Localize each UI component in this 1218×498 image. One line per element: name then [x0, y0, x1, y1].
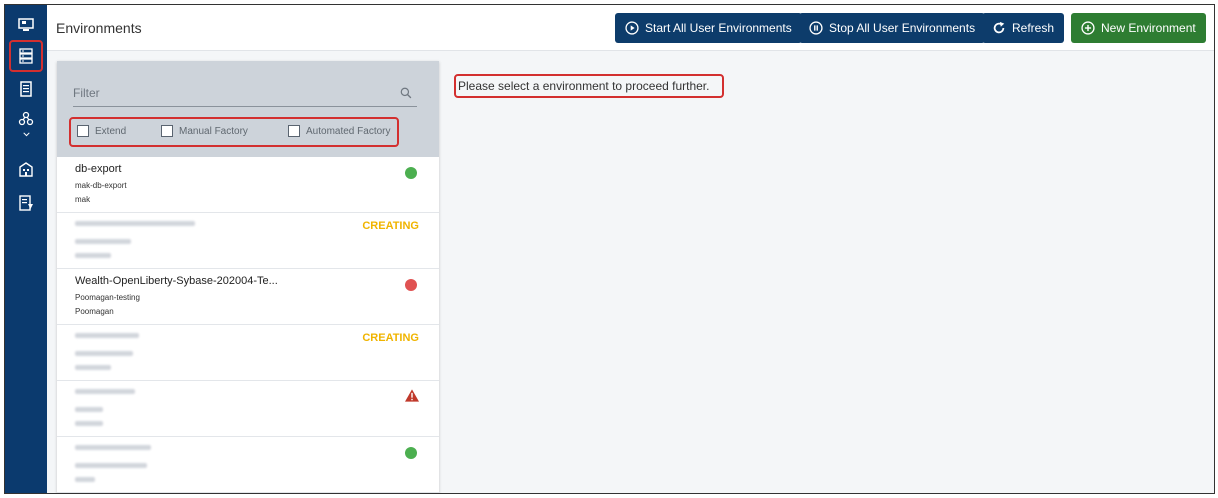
sidebar-item-topology[interactable]	[11, 105, 41, 145]
stop-all-label: Stop All User Environments	[829, 21, 976, 35]
network-nodes-icon	[18, 111, 34, 126]
environment-id: Poomagan-testing	[75, 293, 140, 302]
plus-circle-icon	[1081, 21, 1095, 35]
environment-owner: Poomagan	[75, 307, 114, 316]
environment-type-filters: Extend Manual Factory Automated Factory	[69, 117, 399, 147]
environment-id: mak-db-export	[75, 181, 127, 190]
sidebar-item-reports[interactable]	[11, 189, 41, 217]
report-icon	[19, 195, 33, 211]
start-all-environments-button[interactable]: Start All User Environments	[615, 13, 802, 43]
monitor-icon	[18, 18, 34, 31]
sidebar-item-environments[interactable]	[9, 40, 43, 72]
chevron-down-icon	[22, 132, 30, 137]
status-running-dot	[405, 447, 417, 459]
extend-checkbox[interactable]: Extend	[77, 125, 126, 137]
status-running-dot	[405, 167, 417, 179]
environment-row[interactable]: db-export mak-db-export mak	[57, 157, 439, 213]
filter-area: Extend Manual Factory Automated Factory	[57, 61, 439, 157]
refresh-label: Refresh	[1012, 21, 1055, 35]
redacted-name	[75, 445, 151, 450]
environment-name: db-export	[75, 163, 122, 175]
environment-row[interactable]: CREATING	[57, 325, 439, 381]
server-icon	[19, 48, 33, 64]
filter-input[interactable]	[73, 79, 417, 107]
manual-factory-label: Manual Factory	[179, 125, 248, 137]
start-all-label: Start All User Environments	[645, 21, 792, 35]
sidebar-item-documents[interactable]	[11, 75, 41, 103]
search-icon[interactable]	[400, 87, 412, 99]
page-title: Environments	[56, 20, 142, 36]
redacted-name	[75, 221, 195, 226]
environment-row[interactable]	[57, 437, 439, 493]
environment-row[interactable]: Wealth-OpenLiberty-Sybase-202004-Te... P…	[57, 269, 439, 325]
environment-owner: mak	[75, 195, 91, 204]
pause-circle-icon	[809, 21, 823, 35]
automated-factory-checkbox[interactable]: Automated Factory	[288, 125, 390, 137]
status-badge: CREATING	[362, 220, 419, 232]
environment-list-panel: Extend Manual Factory Automated Factory …	[57, 61, 439, 493]
sidebar-item-factory[interactable]	[11, 155, 41, 183]
new-environment-button[interactable]: New Environment	[1071, 13, 1206, 43]
status-stopped-dot	[405, 279, 417, 291]
status-badge: CREATING	[362, 332, 419, 344]
redacted-owner	[75, 477, 95, 482]
sidebar-item-dashboard[interactable]	[11, 11, 41, 39]
extend-label: Extend	[95, 125, 127, 137]
redacted-owner	[75, 365, 111, 370]
redacted-id	[75, 239, 131, 244]
redacted-id	[75, 463, 147, 468]
environment-name: Wealth-OpenLiberty-Sybase-202004-Te...	[75, 275, 278, 287]
redacted-owner	[75, 421, 103, 426]
redacted-id	[75, 351, 133, 356]
play-circle-icon	[625, 21, 639, 35]
automated-factory-label: Automated Factory	[306, 125, 391, 137]
building-icon	[19, 162, 33, 177]
refresh-icon	[993, 21, 1005, 34]
stop-all-environments-button[interactable]: Stop All User Environments	[799, 13, 986, 43]
selection-prompt-message: Please select a environment to proceed f…	[454, 74, 724, 98]
environment-row[interactable]: CREATING	[57, 213, 439, 269]
warning-icon	[405, 389, 419, 402]
redacted-name	[75, 389, 135, 394]
refresh-button[interactable]: Refresh	[982, 13, 1065, 43]
manual-factory-checkbox[interactable]: Manual Factory	[161, 125, 248, 137]
app-window: Environments Start All User Environments…	[4, 4, 1215, 494]
redacted-name	[75, 333, 139, 338]
checkbox-box[interactable]	[288, 125, 300, 137]
new-environment-label: New Environment	[1101, 21, 1196, 35]
checkbox-box[interactable]	[77, 125, 89, 137]
environment-row[interactable]	[57, 381, 439, 437]
page-header: Environments Start All User Environments…	[47, 5, 1214, 51]
document-icon	[20, 81, 32, 97]
checkbox-box[interactable]	[161, 125, 173, 137]
redacted-owner	[75, 253, 111, 258]
sidebar	[5, 5, 47, 493]
redacted-id	[75, 407, 103, 412]
